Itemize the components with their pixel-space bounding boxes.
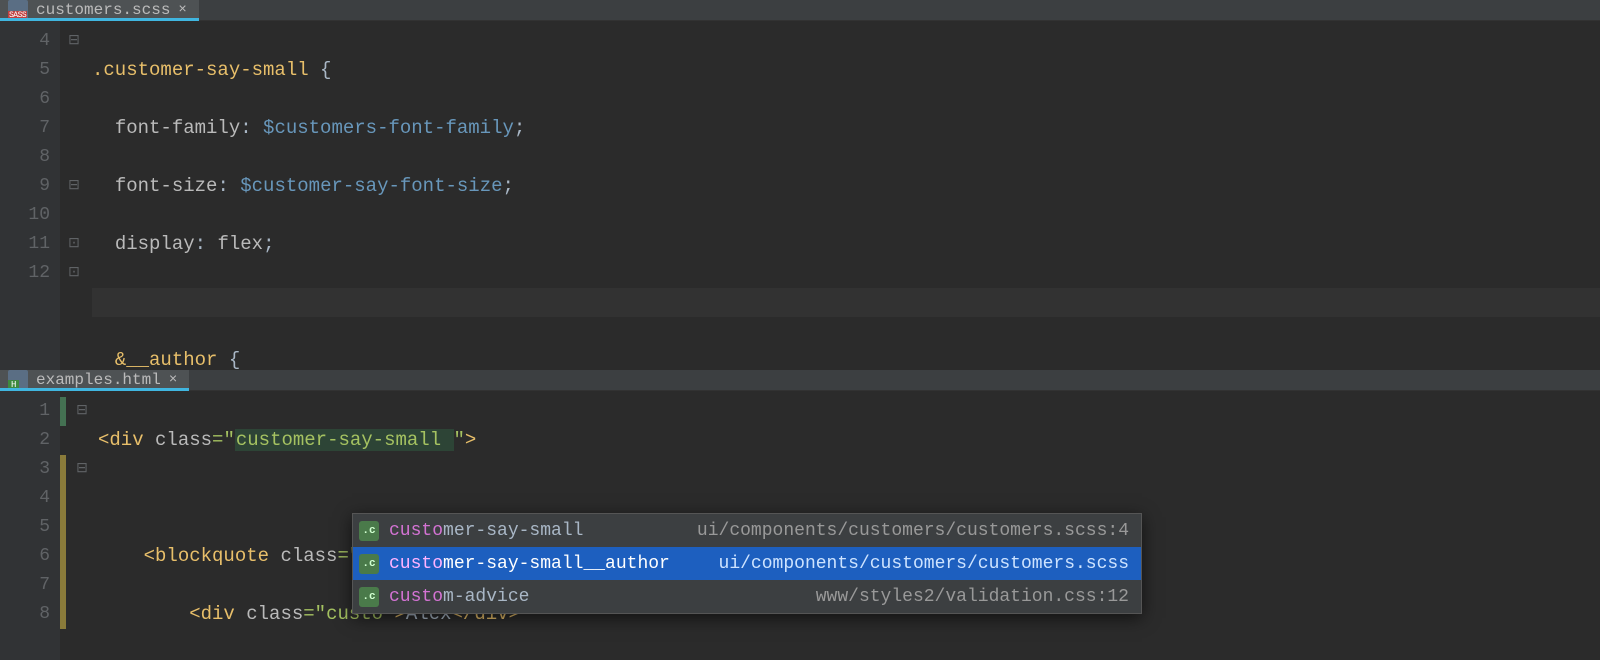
completion-path: www/styles2/validation.css:12 bbox=[816, 587, 1129, 607]
line-number: 2 bbox=[0, 426, 50, 455]
html-attr: class bbox=[155, 429, 212, 451]
tab-label: customers.scss bbox=[36, 1, 170, 19]
line-number: 10 bbox=[0, 201, 50, 230]
html-tag: div bbox=[201, 603, 235, 625]
line-number: 7 bbox=[0, 571, 50, 600]
close-icon[interactable]: × bbox=[178, 2, 186, 18]
css-class-icon: .c bbox=[359, 554, 379, 574]
tab-label: examples.html bbox=[36, 371, 161, 389]
css-property: font-family bbox=[115, 117, 240, 139]
line-number: 9 bbox=[0, 172, 50, 201]
fold-column: ⊟ ⊟ bbox=[70, 391, 94, 660]
fold-toggle-icon[interactable]: ⊟ bbox=[70, 397, 94, 426]
line-number: 5 bbox=[0, 56, 50, 85]
completion-item-selected[interactable]: .c customer-say-small__author ui/compone… bbox=[353, 547, 1141, 580]
completion-item[interactable]: .c custom-advice www/styles2/validation.… bbox=[353, 580, 1141, 613]
tab-customers-scss[interactable]: customers.scss × bbox=[0, 0, 199, 20]
close-icon[interactable]: × bbox=[169, 372, 177, 388]
html-tag: div bbox=[109, 429, 143, 451]
fold-toggle-icon[interactable]: ⊟ bbox=[60, 172, 88, 201]
line-number: 3 bbox=[0, 455, 50, 484]
completion-popup: .c customer-say-small ui/components/cust… bbox=[352, 513, 1142, 614]
scss-variable: $customer-say-font-size bbox=[240, 175, 502, 197]
line-number: 8 bbox=[0, 600, 50, 629]
line-number: 8 bbox=[0, 143, 50, 172]
css-class-icon: .c bbox=[359, 521, 379, 541]
line-number: 11 bbox=[0, 230, 50, 259]
completion-item[interactable]: .c customer-say-small ui/components/cust… bbox=[353, 514, 1141, 547]
line-number: 5 bbox=[0, 513, 50, 542]
change-marker-gutter bbox=[60, 391, 70, 660]
tab-examples-html[interactable]: examples.html × bbox=[0, 370, 189, 390]
html-attr: class bbox=[280, 545, 337, 567]
scss-variable: $customers-font-family bbox=[263, 117, 514, 139]
html-attr: class bbox=[246, 603, 303, 625]
fold-end-icon[interactable]: ⊡ bbox=[60, 230, 88, 259]
sass-file-icon bbox=[8, 0, 28, 20]
css-value: flex bbox=[217, 233, 263, 255]
completion-name: m-advice bbox=[443, 587, 529, 607]
line-number: 4 bbox=[0, 484, 50, 513]
html-tag: blockquote bbox=[155, 545, 269, 567]
line-number: 6 bbox=[0, 85, 50, 114]
editor-pane-html: examples.html × 1 2 3 4 5 6 7 8 ⊟ ⊟ <div… bbox=[0, 370, 1600, 660]
tab-bar: examples.html × bbox=[0, 370, 1600, 391]
completion-path: ui/components/customers/customers.scss:4 bbox=[697, 521, 1129, 541]
line-number: 7 bbox=[0, 114, 50, 143]
code-editor[interactable]: 1 2 3 4 5 6 7 8 ⊟ ⊟ <div class="customer… bbox=[0, 391, 1600, 660]
css-class-icon: .c bbox=[359, 587, 379, 607]
html-file-icon bbox=[8, 370, 28, 390]
completion-path: ui/components/customers/customers.scss bbox=[719, 554, 1129, 574]
tab-bar: customers.scss × bbox=[0, 0, 1600, 21]
fold-end-icon[interactable]: ⊡ bbox=[60, 259, 88, 288]
line-number: 1 bbox=[0, 397, 50, 426]
fold-toggle-icon[interactable]: ⊟ bbox=[70, 455, 94, 484]
line-number: 4 bbox=[0, 27, 50, 56]
css-property: font-size bbox=[115, 175, 218, 197]
editor-pane-scss: customers.scss × 4 5 6 7 8 9 10 11 12 ⊟ … bbox=[0, 0, 1600, 370]
line-number: 6 bbox=[0, 542, 50, 571]
scss-nested-selector: &__author bbox=[115, 349, 218, 371]
completion-name: mer-say-small bbox=[443, 521, 583, 541]
completion-name: mer-say-small__author bbox=[443, 554, 670, 574]
css-selector: .customer-say-small bbox=[92, 59, 309, 81]
line-number-gutter: 1 2 3 4 5 6 7 8 bbox=[0, 391, 60, 660]
attr-value: customer-say-small bbox=[235, 429, 454, 451]
line-number: 12 bbox=[0, 259, 50, 288]
css-property: display bbox=[115, 233, 195, 255]
fold-toggle-icon[interactable]: ⊟ bbox=[60, 27, 88, 56]
